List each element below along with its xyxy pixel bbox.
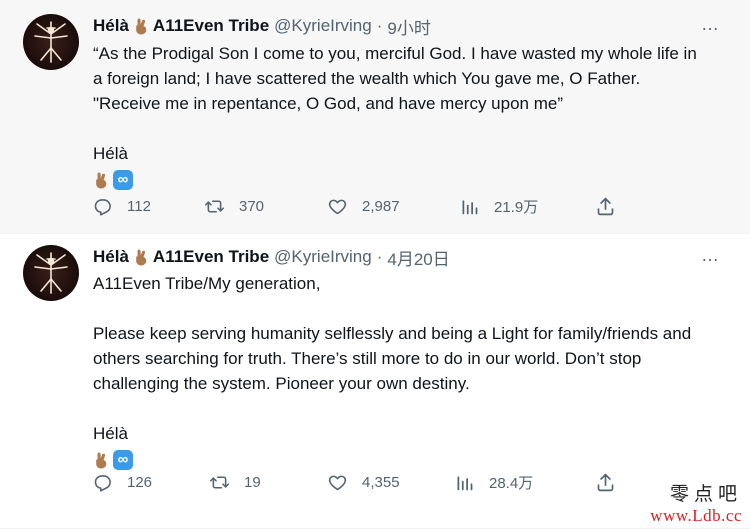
view-count: 28.4万 bbox=[489, 474, 534, 492]
infinity-icon: ∞ bbox=[113, 449, 133, 470]
crossed-fingers-icon bbox=[96, 172, 107, 188]
retweet-button[interactable]: 370 bbox=[204, 196, 264, 216]
emoji-row: ∞ bbox=[93, 167, 726, 192]
retweet-count: 19 bbox=[244, 473, 261, 491]
like-count: 4,355 bbox=[362, 473, 400, 491]
author-name[interactable]: Hélà bbox=[93, 247, 129, 267]
tweet-1[interactable]: Hélà A11Even Tribe @KyrieIrving · 9小时 … … bbox=[0, 0, 750, 234]
tweet-line: others searching for truth. There’s stil… bbox=[93, 349, 642, 368]
share-button[interactable] bbox=[595, 472, 616, 492]
tweet-line: A11Even Tribe/My generation, bbox=[93, 274, 321, 293]
crossed-fingers-icon bbox=[136, 249, 147, 266]
tweet-text: “As the Prodigal Son I come to you, merc… bbox=[93, 41, 726, 192]
share-icon bbox=[597, 473, 614, 491]
watermark-chinese: 零点吧 bbox=[669, 483, 742, 505]
timestamp[interactable]: 9小时 bbox=[387, 14, 430, 39]
tweet-signature: Hélà bbox=[93, 144, 128, 163]
action-bar: 126 19 4,355 28.4万 bbox=[92, 472, 632, 492]
author-name-suffix[interactable]: A11Even Tribe bbox=[153, 16, 269, 36]
infinity-icon: ∞ bbox=[113, 169, 133, 190]
watermark: 零点吧 www.Ldb.cc bbox=[650, 479, 742, 526]
watermark-url: www.Ldb.cc bbox=[650, 506, 742, 525]
separator-dot: · bbox=[376, 16, 383, 35]
tweet-line: Please keep serving humanity selflessly … bbox=[93, 324, 692, 343]
crossed-fingers-icon bbox=[96, 452, 107, 468]
retweet-button[interactable]: 19 bbox=[209, 472, 261, 492]
retweet-icon bbox=[204, 199, 225, 213]
reply-button[interactable]: 112 bbox=[92, 196, 151, 216]
tweet-line: "Receive me in repentance, O God, and ha… bbox=[93, 94, 563, 113]
retweet-count: 370 bbox=[239, 197, 265, 215]
crossed-fingers-icon bbox=[136, 18, 147, 35]
timestamp[interactable]: 4月20日 bbox=[387, 245, 449, 270]
views-icon bbox=[462, 199, 478, 214]
views-icon bbox=[457, 475, 473, 490]
emoji-row: ∞ bbox=[93, 447, 726, 472]
separator-dot: · bbox=[376, 247, 383, 266]
author-name-suffix[interactable]: A11Even Tribe bbox=[153, 247, 269, 267]
action-bar: 112 370 2,987 21.9万 bbox=[92, 196, 632, 216]
like-count: 2,987 bbox=[362, 197, 400, 215]
tweet-header: Hélà A11Even Tribe @KyrieIrving · 9小时 bbox=[93, 14, 431, 39]
retweet-icon bbox=[209, 475, 230, 489]
avatar-figure-icon bbox=[34, 252, 68, 294]
tweet-2[interactable]: Hélà A11Even Tribe @KyrieIrving · 4月20日 … bbox=[0, 234, 750, 529]
avatar[interactable] bbox=[23, 14, 79, 70]
tweet-text: A11Even Tribe/My generation, Please keep… bbox=[93, 271, 726, 472]
reply-icon bbox=[94, 198, 111, 216]
like-button[interactable]: 4,355 bbox=[327, 472, 400, 492]
reply-button[interactable]: 126 bbox=[92, 472, 152, 492]
reply-count: 112 bbox=[127, 197, 151, 215]
tweet-signature: Hélà bbox=[93, 424, 128, 443]
more-options-icon[interactable]: … bbox=[701, 246, 720, 264]
heart-icon bbox=[328, 475, 347, 490]
share-button[interactable] bbox=[595, 196, 616, 216]
heart-icon bbox=[328, 199, 347, 214]
more-options-icon[interactable]: … bbox=[701, 15, 720, 33]
author-handle[interactable]: @KyrieIrving bbox=[274, 247, 372, 267]
views-button[interactable]: 28.4万 bbox=[454, 472, 533, 492]
view-count: 21.9万 bbox=[494, 198, 539, 216]
like-button[interactable]: 2,987 bbox=[327, 196, 400, 216]
author-handle[interactable]: @KyrieIrving bbox=[274, 16, 372, 36]
avatar[interactable] bbox=[23, 245, 79, 301]
avatar-figure-icon bbox=[34, 21, 68, 63]
tweet-header: Hélà A11Even Tribe @KyrieIrving · 4月20日 bbox=[93, 245, 450, 270]
share-icon bbox=[597, 197, 614, 215]
views-button[interactable]: 21.9万 bbox=[459, 196, 538, 216]
reply-count: 126 bbox=[127, 473, 153, 491]
tweet-line: “As the Prodigal Son I come to you, merc… bbox=[93, 44, 697, 63]
tweet-line: challenging the system. Pioneer your own… bbox=[93, 374, 470, 393]
tweet-line: a foreign land; I have scattered the wea… bbox=[93, 69, 641, 88]
author-name[interactable]: Hélà bbox=[93, 16, 129, 36]
reply-icon bbox=[94, 474, 111, 492]
